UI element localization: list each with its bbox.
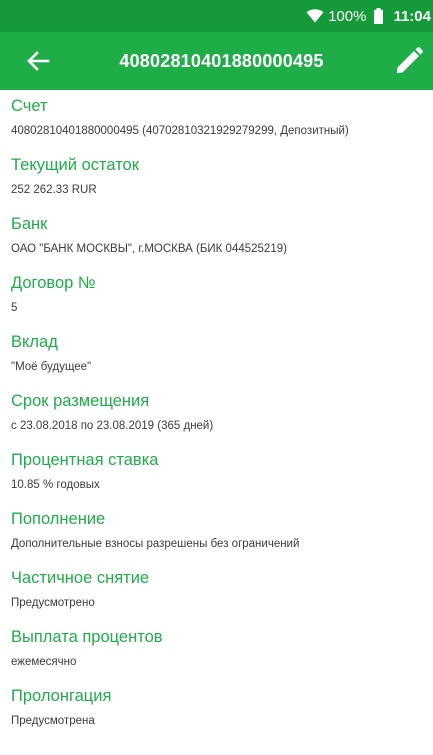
field-interest-payment: Выплата процентов ежемесячно <box>11 624 433 683</box>
field-value: 5 <box>11 302 18 314</box>
field-label: Счет <box>11 97 48 115</box>
field-balance: Текущий остаток 252 262.33 RUR <box>11 152 433 211</box>
field-account: Счет 40802810401880000495 (4070281032192… <box>11 93 433 152</box>
field-label: Процентная ставка <box>11 451 159 469</box>
field-value: Дополнительные взносы разрешены без огра… <box>11 538 300 550</box>
field-term: Срок размещения с 23.08.2018 по 23.08.20… <box>11 388 433 447</box>
field-value: Предусмотрено <box>11 597 95 609</box>
field-label: Срок размещения <box>11 392 150 410</box>
pencil-icon[interactable] <box>395 47 423 75</box>
field-value: 40802810401880000495 (407028103219292792… <box>11 125 349 137</box>
field-interest-rate: Процентная ставка 10.85 % годовых <box>11 447 433 506</box>
field-label: Договор № <box>11 274 96 292</box>
field-value: 10.85 % годовых <box>11 479 100 491</box>
field-label: Пролонгация <box>11 687 112 705</box>
field-label: Пополнение <box>11 510 106 528</box>
field-value: с 23.08.2018 по 23.08.2019 (365 дней) <box>11 420 214 432</box>
field-contract: Договор № 5 <box>11 270 433 329</box>
field-label: Текущий остаток <box>11 156 139 174</box>
battery-icon <box>374 8 384 24</box>
field-prolongation: Пролонгация Предусмотрена <box>11 683 433 742</box>
field-value: ежемесячно <box>11 656 77 668</box>
wifi-icon <box>306 9 324 23</box>
field-bank: Банк ОАО "БАНК МОСКВЫ", г.МОСКВА (БИК 04… <box>11 211 433 270</box>
field-deposit: Вклад "Моё будущее" <box>11 329 433 388</box>
toolbar: 40802810401880000495 <box>0 32 433 90</box>
arrow-back-icon[interactable] <box>26 49 52 73</box>
status-bar: 100% 11:04 <box>0 0 433 32</box>
field-value: "Моё будущее" <box>11 361 92 373</box>
field-label: Выплата процентов <box>11 628 163 646</box>
details-list: Счет 40802810401880000495 (4070281032192… <box>0 90 433 742</box>
field-label: Банк <box>11 215 48 233</box>
field-value: 252 262.33 RUR <box>11 184 97 196</box>
battery-percentage: 100% <box>328 7 367 25</box>
field-label: Частичное снятие <box>11 569 150 587</box>
field-value: ОАО "БАНК МОСКВЫ", г.МОСКВА (БИК 0445252… <box>11 243 287 255</box>
field-value: Предусмотрена <box>11 715 95 727</box>
page-title: 40802810401880000495 <box>119 51 324 71</box>
field-label: Вклад <box>11 333 58 351</box>
field-replenishment: Пополнение Дополнительные взносы разреше… <box>11 506 433 565</box>
field-partial-withdrawal: Частичное снятие Предусмотрено <box>11 565 433 624</box>
clock: 11:04 <box>393 7 431 25</box>
